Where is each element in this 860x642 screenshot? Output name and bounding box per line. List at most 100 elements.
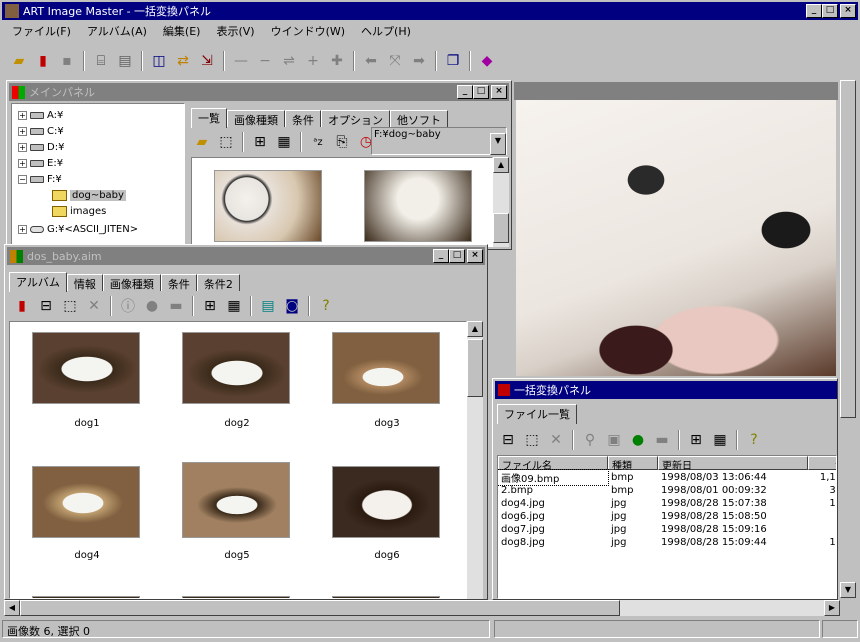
minus-icon[interactable]: — <box>230 50 252 72</box>
tab-album[interactable]: アルバム <box>9 272 67 292</box>
scroll-right-button[interactable]: ▶ <box>824 600 840 616</box>
help-icon[interactable]: ? <box>315 295 337 317</box>
thumbnail-view-icon[interactable]: ⊞ <box>685 429 707 451</box>
thumbnail[interactable] <box>32 596 140 598</box>
scroll-thumb[interactable] <box>840 80 856 418</box>
scroll-thumb[interactable] <box>493 213 509 243</box>
batch-title-bar[interactable]: 一括変換パネル <box>495 381 837 399</box>
scroll-left-button[interactable]: ◀ <box>4 600 20 616</box>
main-panel-title-bar[interactable]: メインパネル _ □ × <box>9 83 509 101</box>
plus-icon[interactable]: ✚ <box>326 50 348 72</box>
file-list-scrollbar[interactable]: ▲ <box>493 157 509 247</box>
info-icon[interactable]: ⓘ <box>117 295 139 317</box>
tree-item[interactable]: + E:¥ <box>18 156 63 170</box>
tab-option[interactable]: オプション <box>321 110 390 127</box>
forward-arrow-icon[interactable]: ➡ <box>408 50 430 72</box>
cascade-icon[interactable]: ❐ <box>442 50 464 72</box>
globe-icon[interactable]: ● <box>627 429 649 451</box>
table-row[interactable]: dog8.jpgjpg1998/08/28 15:09:44100,9 <box>498 536 836 549</box>
col-size[interactable]: サイ <box>808 456 836 472</box>
thumbnail[interactable] <box>332 596 440 598</box>
menu-edit[interactable]: 編集(E) <box>155 23 209 39</box>
print-icon[interactable]: ▤ <box>114 50 136 72</box>
path-combo[interactable]: F:¥dog~baby ▼ <box>371 127 507 155</box>
workspace-vscroll[interactable]: ▼ <box>840 80 856 598</box>
tree-item[interactable]: − F:¥ <box>18 172 62 186</box>
globe-icon[interactable]: ● <box>141 295 163 317</box>
thumbnail-dog2[interactable] <box>182 332 290 404</box>
thumbnail[interactable] <box>364 170 472 242</box>
main-panel-minimize-button[interactable]: _ <box>457 85 473 99</box>
preview-title-bar[interactable] <box>514 82 838 100</box>
close-button[interactable]: × <box>840 4 856 18</box>
scroll-thumb[interactable] <box>467 339 483 397</box>
tree-item-selected[interactable]: dog~baby <box>52 188 126 202</box>
tab-image-type[interactable]: 画像種類 <box>227 110 285 127</box>
book-icon[interactable]: ◆ <box>476 50 498 72</box>
delete-icon[interactable]: ✕ <box>545 429 567 451</box>
scroll-up-button[interactable]: ▲ <box>467 321 483 337</box>
table-row[interactable]: 2.bmpbmp1998/08/01 00:09:32377,3 <box>498 484 836 497</box>
help-icon[interactable]: ? <box>743 429 765 451</box>
col-filename[interactable]: ファイル名 <box>498 456 608 472</box>
menu-help[interactable]: ヘルプ(H) <box>353 23 419 39</box>
menu-album[interactable]: アルバム(A) <box>79 23 155 39</box>
tab-info[interactable]: 情報 <box>66 274 103 291</box>
open-folder-icon[interactable]: ▰ <box>8 50 30 72</box>
delete-icon[interactable]: ✕ <box>83 295 105 317</box>
tree-item[interactable]: images <box>52 204 106 218</box>
tab-condition2[interactable]: 条件2 <box>196 274 240 291</box>
detail-view-icon[interactable]: ▦ <box>709 429 731 451</box>
album-minimize-button[interactable]: _ <box>433 249 449 263</box>
maximize-button[interactable]: □ <box>822 4 838 18</box>
menu-window[interactable]: ウインドウ(W) <box>263 23 353 39</box>
workspace-hscroll[interactable]: ◀ ▶ <box>4 600 840 616</box>
col-type[interactable]: 種類 <box>608 456 658 472</box>
tab-file-list[interactable]: ファイル一覧 <box>497 404 577 424</box>
tree-item[interactable]: + G:¥<ASCII_JITEN> <box>18 222 138 236</box>
rotate-icon[interactable]: ⤧ <box>384 50 406 72</box>
scroll-down-button[interactable]: ▼ <box>840 582 856 598</box>
table-row[interactable]: 画像09.bmpbmp1998/08/03 13:06:441,143,1 <box>498 469 836 486</box>
album-title-bar[interactable]: dos_baby.aim _ □ × <box>7 247 485 265</box>
album-scrollbar[interactable]: ▲ <box>467 321 483 599</box>
image-icon[interactable]: ▣ <box>603 429 625 451</box>
minus-small-icon[interactable]: − <box>254 50 276 72</box>
tree-item[interactable]: + D:¥ <box>18 140 64 154</box>
tab-condition[interactable]: 条件 <box>160 274 197 291</box>
main-panel-close-button[interactable]: × <box>491 85 507 99</box>
album-close-button[interactable]: × <box>467 249 483 263</box>
col-date[interactable]: 更新日 <box>658 456 808 472</box>
arrange-icon[interactable]: ⊟ <box>35 295 57 317</box>
thumbnail[interactable] <box>182 596 290 598</box>
minimize-button[interactable]: _ <box>806 4 822 18</box>
table-row[interactable]: dog4.jpgjpg1998/08/28 15:07:38137,7 <box>498 497 836 510</box>
detail-view-icon[interactable]: ▦ <box>223 295 245 317</box>
save-icon[interactable]: ▪ <box>56 50 78 72</box>
table-row[interactable]: dog6.jpgjpg1998/08/28 15:08:5094,6 <box>498 510 836 523</box>
calendar-icon[interactable]: ▤ <box>257 295 279 317</box>
thumbnail-view-icon[interactable]: ⊞ <box>199 295 221 317</box>
main-panel-maximize-button[interactable]: □ <box>473 85 489 99</box>
tree-item[interactable]: + A:¥ <box>18 108 63 122</box>
thumbnail-view-icon[interactable]: ⊞ <box>249 131 271 153</box>
thumbnail-dog1[interactable] <box>32 332 140 404</box>
properties-icon[interactable]: ◙ <box>281 295 303 317</box>
zoom-select-icon[interactable]: ⬚ <box>521 429 543 451</box>
new-window-icon[interactable]: ◫ <box>148 50 170 72</box>
arrange-icon[interactable]: ⊟ <box>497 429 519 451</box>
copy-icon[interactable]: ⎘ <box>331 131 353 153</box>
convert-icon[interactable]: ⇄ <box>172 50 194 72</box>
thumbnail[interactable] <box>214 170 322 242</box>
plus-small-icon[interactable]: + <box>302 50 324 72</box>
film-icon[interactable]: ▬ <box>165 295 187 317</box>
search-icon[interactable]: ⚲ <box>579 429 601 451</box>
table-row[interactable]: dog7.jpgjpg1998/08/28 15:09:1687,4 <box>498 523 836 536</box>
film-icon[interactable]: ▬ <box>651 429 673 451</box>
thumbnail-dog6[interactable] <box>332 466 440 538</box>
thumbnail-dog5[interactable] <box>182 462 290 538</box>
sort-az-icon[interactable]: ᵃz <box>307 131 329 153</box>
menu-file[interactable]: ファイル(F) <box>4 23 79 39</box>
album-book-icon[interactable]: ▮ <box>11 295 33 317</box>
export-icon[interactable]: ⇲ <box>196 50 218 72</box>
